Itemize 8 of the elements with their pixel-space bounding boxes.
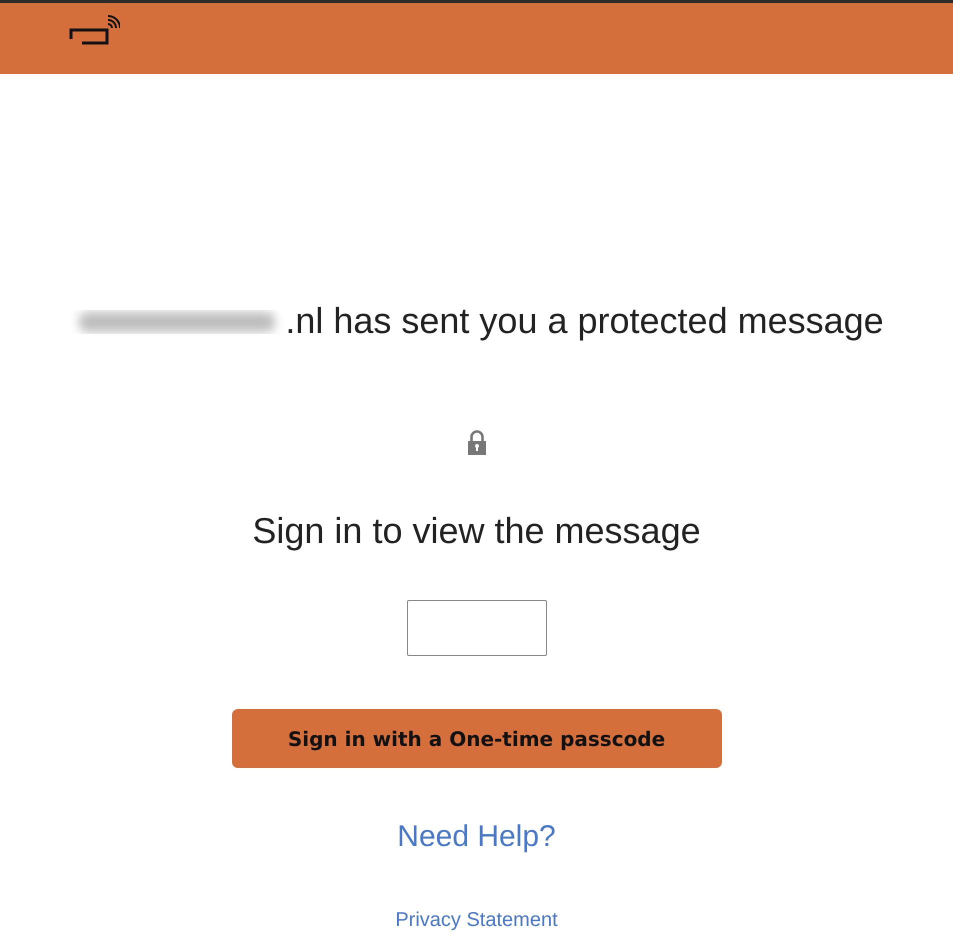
one-time-passcode-button[interactable]: Sign in with a One-time passcode [232, 709, 722, 768]
logo-icon [68, 14, 120, 44]
passcode-field[interactable] [406, 600, 546, 656]
lock-icon [466, 430, 486, 456]
sign-in-heading: Sign in to view the message [252, 510, 701, 552]
sender-message: .nl has sent you a protected message [285, 300, 884, 342]
need-help-link[interactable]: Need Help? [397, 820, 556, 854]
privacy-statement-link[interactable]: Privacy Statement [395, 909, 558, 932]
